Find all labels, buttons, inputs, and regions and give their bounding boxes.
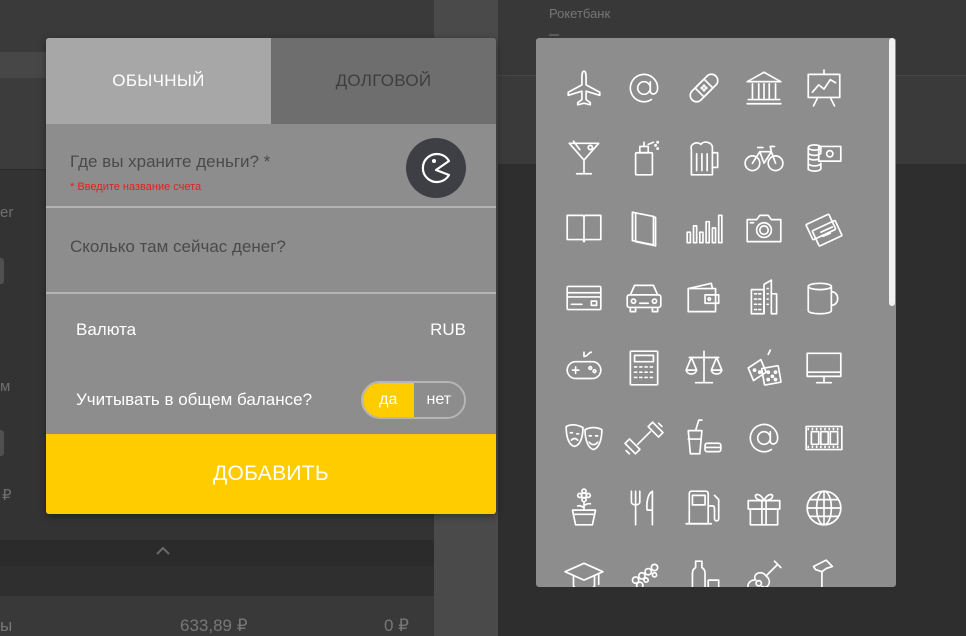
beer-mug-icon[interactable] [680,134,728,182]
presentation-chart-icon[interactable] [800,64,848,112]
icon-picker [536,38,896,587]
tab-debt[interactable]: ДОЛГОВОЙ [271,38,496,124]
gamepad-icon[interactable] [560,344,608,392]
account-icon-button[interactable] [406,138,466,198]
bg-input-stub [0,258,4,284]
perfume-icon[interactable] [620,134,668,182]
gas-station-icon[interactable] [680,484,728,532]
scales-icon[interactable] [680,344,728,392]
toggle-yes[interactable]: да [363,383,414,417]
theater-masks-icon[interactable] [560,414,608,462]
notebook-icon[interactable] [620,204,668,252]
bg-collapse-bar [0,540,434,566]
dumbbell-icon[interactable] [620,414,668,462]
bg-bank-label: Рокетбанк [549,6,611,21]
currency-row[interactable]: Валюта RUB [46,294,496,366]
amount-field[interactable]: Сколько там сейчас денег? [46,208,496,294]
pacman-icon [421,152,451,184]
film-strip-icon[interactable] [800,414,848,462]
graduation-cap-icon[interactable] [560,554,608,587]
dice-icon[interactable] [740,344,788,392]
credit-card-icon[interactable] [560,274,608,322]
hammer-icon[interactable] [800,554,848,587]
add-button[interactable]: ДОБАВИТЬ [46,434,496,514]
cutlery-icon[interactable] [620,484,668,532]
icon-picker-scrollbar[interactable] [889,38,895,306]
mug-icon[interactable] [800,274,848,322]
grapes-icon[interactable] [620,554,668,587]
cash-coins-icon[interactable] [800,134,848,182]
flower-pot-icon[interactable] [560,484,608,532]
airplane-icon[interactable] [560,64,608,112]
wallet-icon[interactable] [680,274,728,322]
add-account-modal: ОБЫЧНЫЙ ДОЛГОВОЙ Где вы храните деньги? … [46,38,496,514]
cocktail-icon[interactable] [560,134,608,182]
account-type-tabs: ОБЫЧНЫЙ ДОЛГОВОЙ [46,38,496,124]
monitor-icon[interactable] [800,344,848,392]
bg-amount: 633,89 ₽ [180,616,248,635]
bank-icon[interactable] [740,64,788,112]
at-sign-icon[interactable] [740,414,788,462]
currency-value[interactable]: RUB [430,320,466,340]
bg-input-stub [0,430,4,456]
tab-regular[interactable]: ОБЫЧНЫЙ [46,38,271,124]
currency-label: Валюта [76,320,137,339]
buildings-icon[interactable] [740,274,788,322]
account-name-field[interactable]: Где вы храните деньги? * * Введите назва… [46,124,496,208]
camera-icon[interactable] [740,204,788,252]
gift-icon[interactable] [740,484,788,532]
include-balance-label: Учитывать в общем балансе? [76,390,313,409]
tickets-icon[interactable] [800,204,848,252]
guitar-icon[interactable] [740,554,788,587]
include-balance-toggle[interactable]: да нет [361,381,466,419]
bg-amount: 0 ₽ [384,616,409,635]
bar-chart-icon[interactable] [680,204,728,252]
bandage-icon[interactable] [680,64,728,112]
bg-fragment: er [0,204,14,221]
bg-fragment: ы [0,616,13,635]
chevron-up-icon [156,546,170,555]
bottles-icon[interactable] [680,554,728,587]
bg-fragment: м [0,378,11,395]
bicycle-icon[interactable] [740,134,788,182]
calculator-icon[interactable] [620,344,668,392]
amount-placeholder: Сколько там сейчас денег? [70,237,286,256]
car-icon[interactable] [620,274,668,322]
drinks-icon[interactable] [680,414,728,462]
at-sign-icon[interactable] [620,64,668,112]
book-icon[interactable] [560,204,608,252]
globe-icon[interactable] [800,484,848,532]
bg-fragment: ₽ [2,487,12,504]
toggle-no[interactable]: нет [413,383,464,417]
include-balance-row: Учитывать в общем балансе? да нет [46,366,496,434]
